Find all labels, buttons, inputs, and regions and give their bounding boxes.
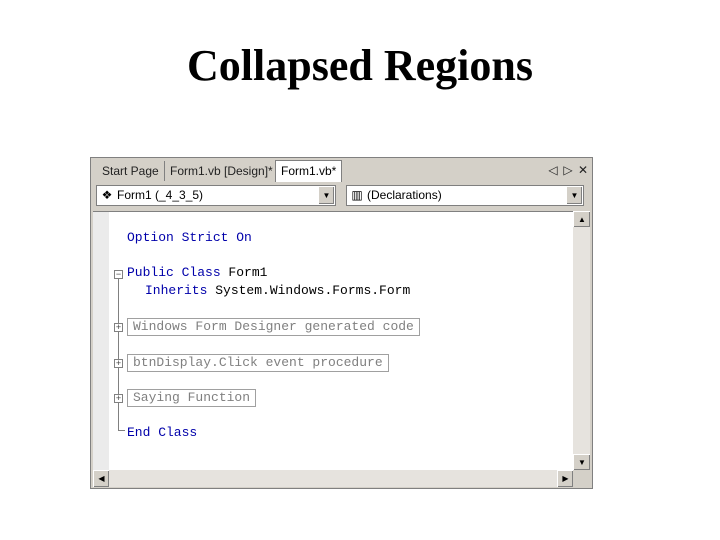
method-name-value: (Declarations) bbox=[367, 188, 442, 202]
code-editor-window: Start Page Form1.vb [Design]* Form1.vb* … bbox=[90, 157, 593, 489]
document-tab-bar: Start Page Form1.vb [Design]* Form1.vb* … bbox=[91, 158, 592, 183]
class-name: Form1 bbox=[220, 265, 268, 280]
indicator-margin bbox=[93, 212, 109, 471]
declarations-icon: ▥ bbox=[351, 188, 363, 202]
outline-end bbox=[118, 430, 125, 431]
close-icon[interactable]: ✕ bbox=[576, 162, 590, 178]
outline-line bbox=[118, 279, 119, 430]
expand-region-icon[interactable]: + bbox=[114, 359, 123, 368]
scroll-tabs-right-icon[interactable]: ▷ bbox=[561, 162, 575, 178]
collapse-class-icon[interactable]: − bbox=[114, 270, 123, 279]
collapsed-region-designer-code[interactable]: Windows Form Designer generated code bbox=[127, 318, 420, 336]
tab-start-page[interactable]: Start Page bbox=[97, 161, 165, 181]
class-name-value: Form1 (_4_3_5) bbox=[117, 188, 204, 202]
scroll-left-icon[interactable]: ◀ bbox=[93, 470, 109, 487]
code-line-class-declaration: Public Class Form1 bbox=[127, 265, 267, 281]
expand-region-icon[interactable]: + bbox=[114, 323, 123, 332]
slide-title: Collapsed Regions bbox=[187, 41, 533, 90]
expand-region-icon[interactable]: + bbox=[114, 394, 123, 403]
code-area[interactable]: Option Strict On − Public Class Form1 In… bbox=[93, 211, 573, 471]
chevron-down-icon[interactable]: ▼ bbox=[566, 187, 582, 204]
vertical-scrollbar[interactable]: ▲ ▼ bbox=[573, 211, 590, 470]
class-name-dropdown[interactable]: ❖ Form1 (_4_3_5) ▼ bbox=[96, 185, 336, 206]
tab-form1-code[interactable]: Form1.vb* bbox=[275, 160, 343, 182]
collapsed-region-saying-function[interactable]: Saying Function bbox=[127, 389, 257, 407]
scroll-down-icon[interactable]: ▼ bbox=[573, 454, 590, 470]
keyword-public-class: Public Class bbox=[127, 265, 221, 280]
scroll-up-icon[interactable]: ▲ bbox=[573, 211, 590, 227]
code-line-inherits: Inherits System.Windows.Forms.Form bbox=[145, 283, 410, 299]
code-line-end-class: End Class bbox=[127, 425, 198, 440]
keyword-inherits: Inherits bbox=[145, 283, 208, 298]
collapsed-region-click-procedure[interactable]: btnDisplay.Click event procedure bbox=[127, 354, 389, 372]
scroll-tabs-left-icon[interactable]: ◁ bbox=[546, 162, 560, 178]
navigation-bar: ❖ Form1 (_4_3_5) ▼ ▥ (Declarations) ▼ bbox=[91, 182, 592, 210]
tab-form1-design[interactable]: Form1.vb [Design]* bbox=[165, 161, 278, 181]
horizontal-scrollbar[interactable]: ◀ ▶ bbox=[93, 470, 573, 487]
code-line-option-strict: Option Strict On bbox=[127, 230, 252, 245]
method-name-dropdown[interactable]: ▥ (Declarations) ▼ bbox=[346, 185, 584, 206]
inherits-base-class: System.Windows.Forms.Form bbox=[207, 283, 411, 298]
chevron-down-icon[interactable]: ▼ bbox=[318, 187, 334, 204]
scrollbar-corner bbox=[573, 470, 590, 487]
class-icon: ❖ bbox=[101, 188, 113, 202]
scroll-right-icon[interactable]: ▶ bbox=[557, 470, 573, 487]
